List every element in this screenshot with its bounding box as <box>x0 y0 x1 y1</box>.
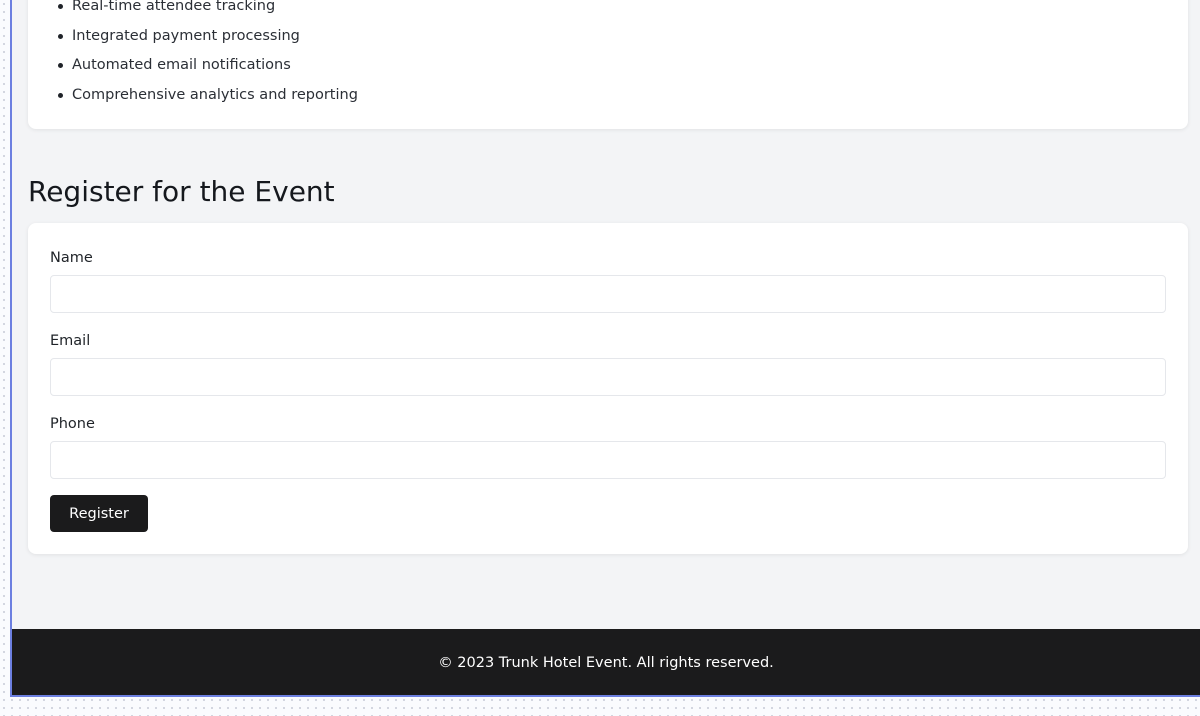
email-label: Email <box>50 333 91 349</box>
page-viewport: Real-time attendee tracking Integrated p… <box>10 0 1200 697</box>
register-button[interactable]: Register <box>50 495 148 532</box>
list-item: Integrated payment processing <box>58 26 358 56</box>
feature-list: Real-time attendee tracking Integrated p… <box>58 0 358 115</box>
name-input[interactable] <box>50 275 1166 313</box>
phone-input[interactable] <box>50 441 1166 479</box>
footer: © 2023 Trunk Hotel Event. All rights res… <box>12 629 1200 695</box>
feature-label: Integrated payment processing <box>72 27 300 44</box>
list-item: Real-time attendee tracking <box>58 0 358 26</box>
list-item: Comprehensive analytics and reporting <box>58 85 358 115</box>
feature-label: Real-time attendee tracking <box>72 0 276 14</box>
bullet-icon <box>58 93 63 99</box>
name-label: Name <box>50 250 93 266</box>
features-card: Real-time attendee tracking Integrated p… <box>28 0 1188 129</box>
bullet-icon <box>58 63 63 69</box>
registration-form: Name Email Phone Register <box>28 223 1188 554</box>
bullet-icon <box>58 33 63 39</box>
email-input[interactable] <box>50 358 1166 396</box>
phone-label: Phone <box>50 416 95 432</box>
feature-label: Automated email notifications <box>72 57 291 74</box>
list-item: Automated email notifications <box>58 55 358 85</box>
copyright-text: © 2023 Trunk Hotel Event. All rights res… <box>438 655 774 671</box>
bullet-icon <box>58 4 63 9</box>
section-title: Register for the Event <box>28 175 335 208</box>
feature-label: Comprehensive analytics and reporting <box>72 87 358 104</box>
